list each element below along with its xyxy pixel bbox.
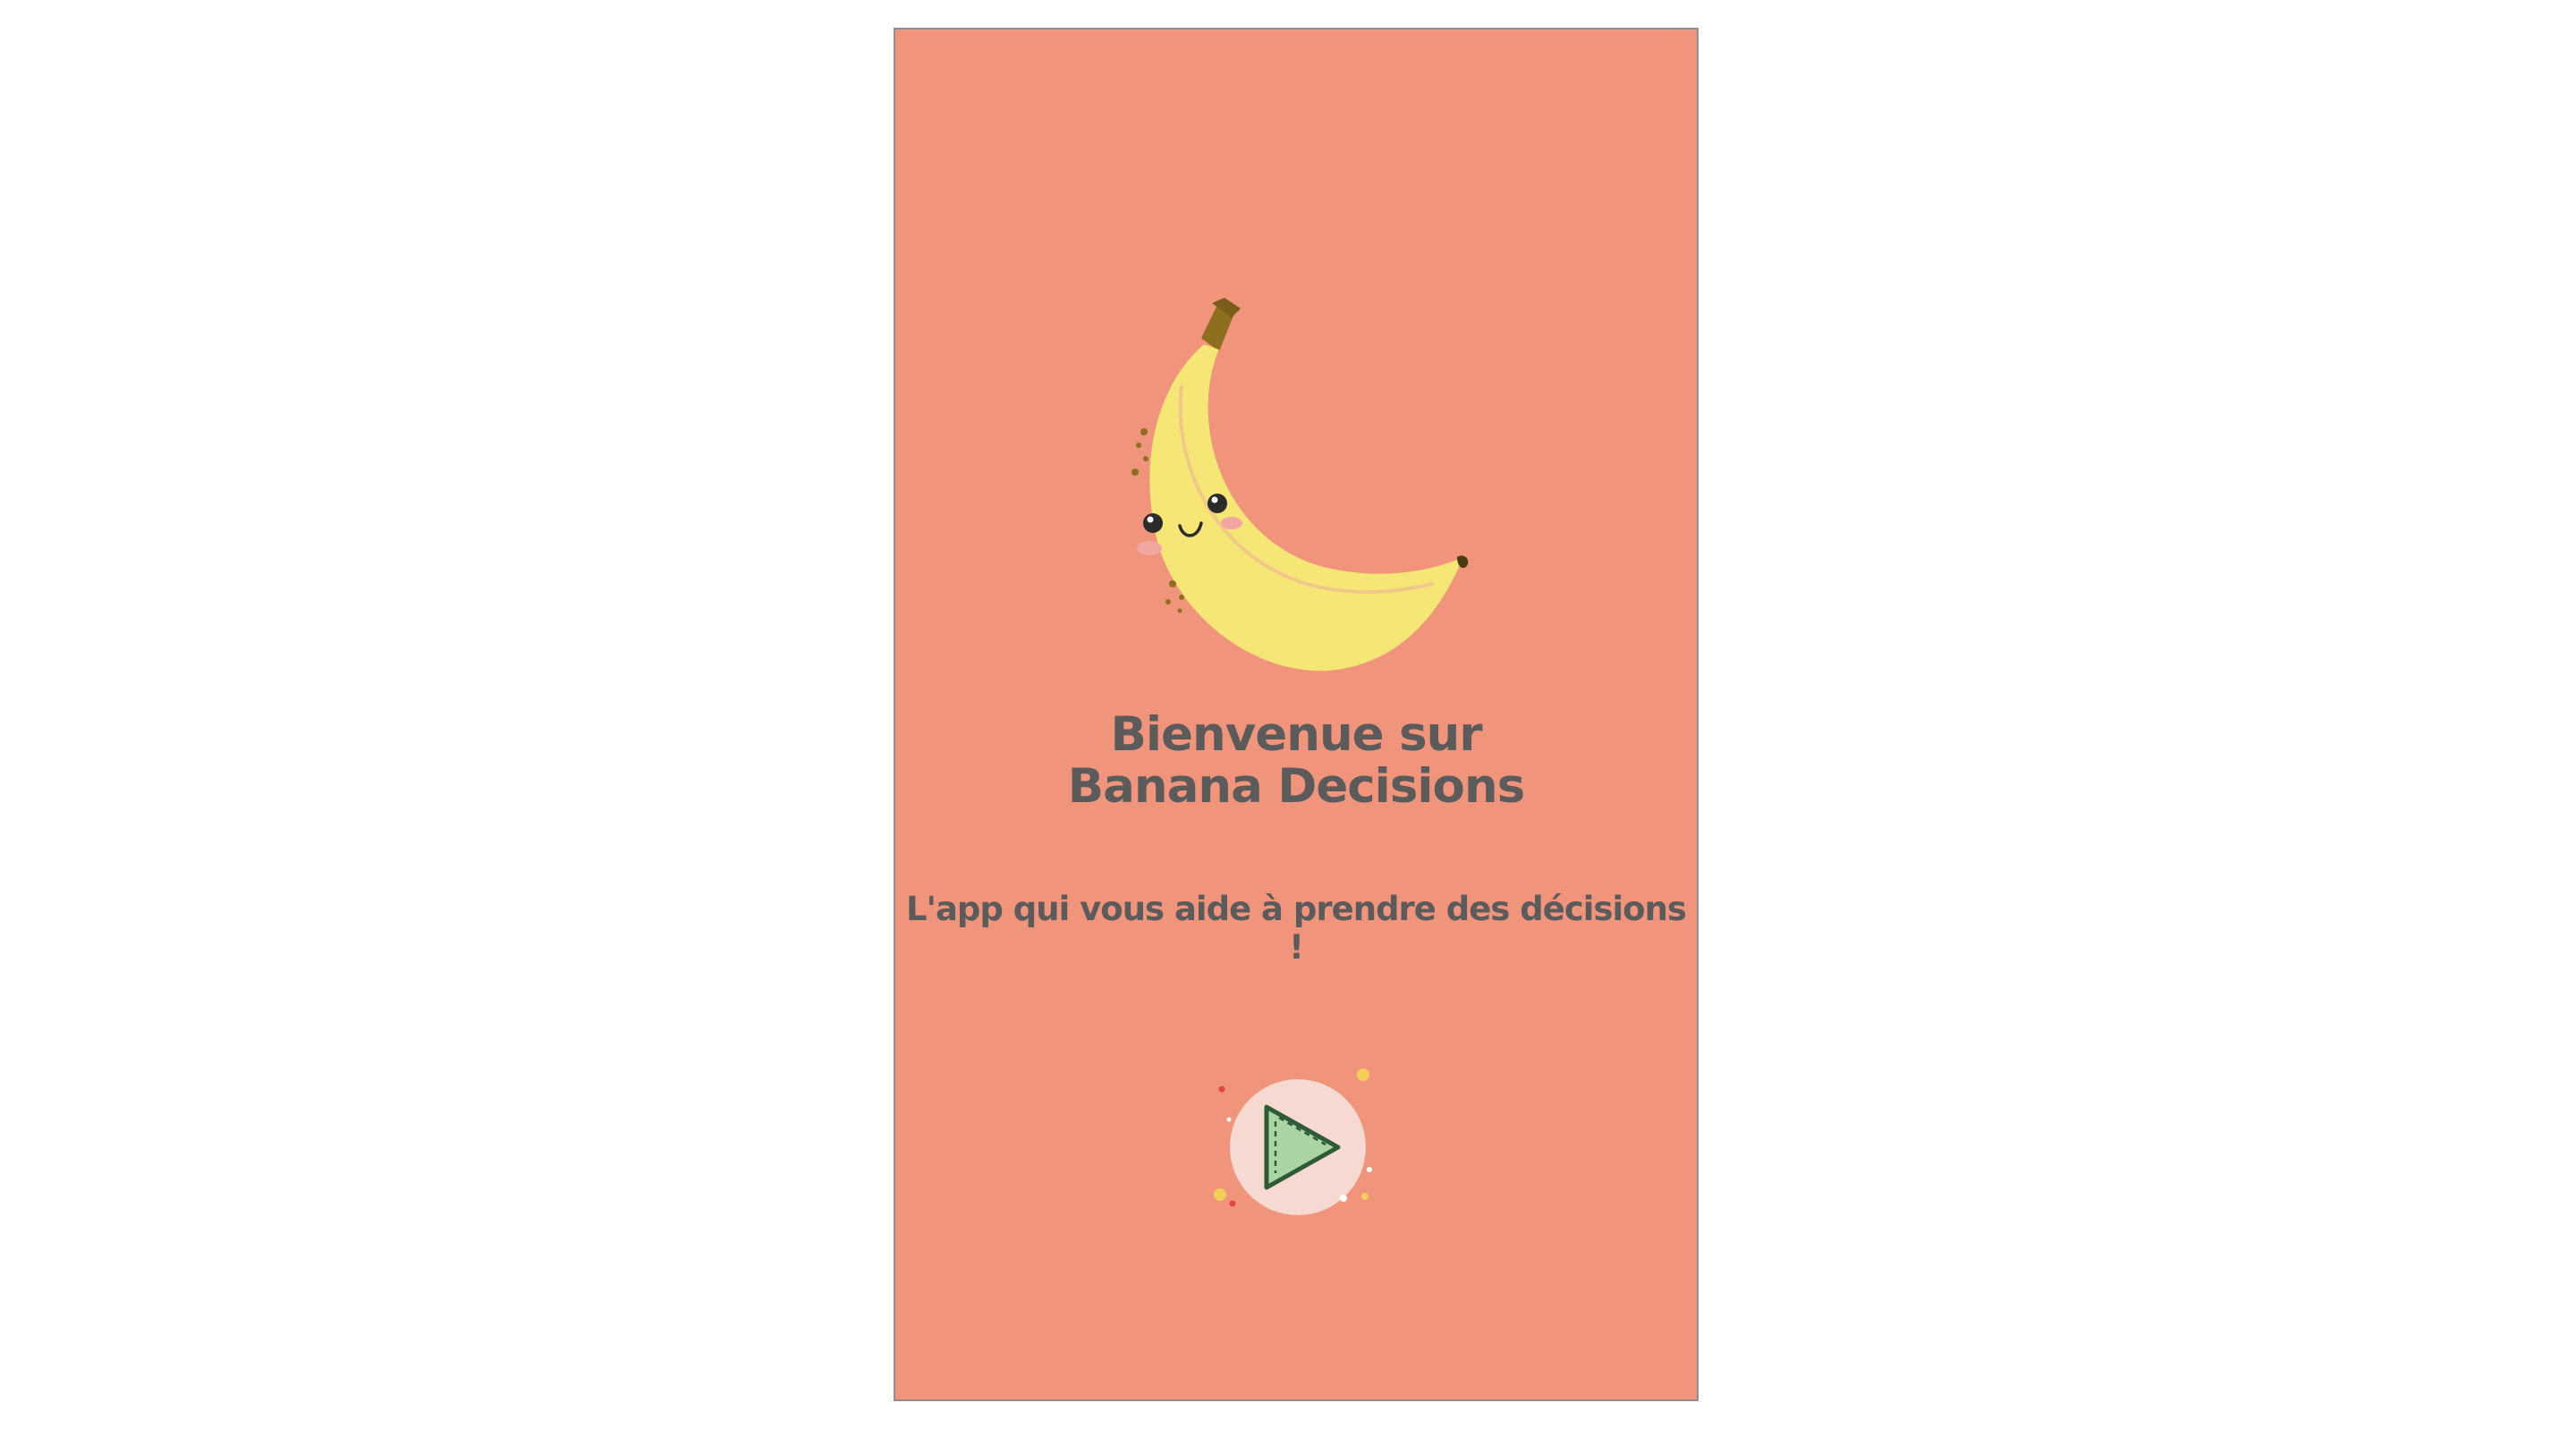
welcome-subtitle: L'app qui vous aide à prendre des décisi… <box>906 890 1687 967</box>
app-screen: Bienvenue sur Banana Decisions L'app qui… <box>894 28 1699 1401</box>
banana-mascot-icon <box>1131 298 1469 672</box>
start-button[interactable] <box>1213 1062 1383 1232</box>
confetti-dot <box>1226 1117 1232 1122</box>
welcome-title: Bienvenue sur Banana Decisions <box>895 709 1697 813</box>
confetti-dot <box>1361 1193 1368 1200</box>
confetti-dot <box>1367 1167 1372 1172</box>
confetti-dot <box>1218 1086 1225 1093</box>
page: Bienvenue sur Banana Decisions L'app qui… <box>0 0 2576 1445</box>
welcome-title-line-2: Banana Decisions <box>1067 759 1526 814</box>
confetti-dot <box>1340 1195 1347 1202</box>
confetti-dot <box>1357 1069 1369 1081</box>
confetti-dot <box>1214 1188 1226 1201</box>
welcome-title-line-1: Bienvenue sur <box>1110 707 1482 762</box>
confetti-dot <box>1229 1200 1236 1207</box>
